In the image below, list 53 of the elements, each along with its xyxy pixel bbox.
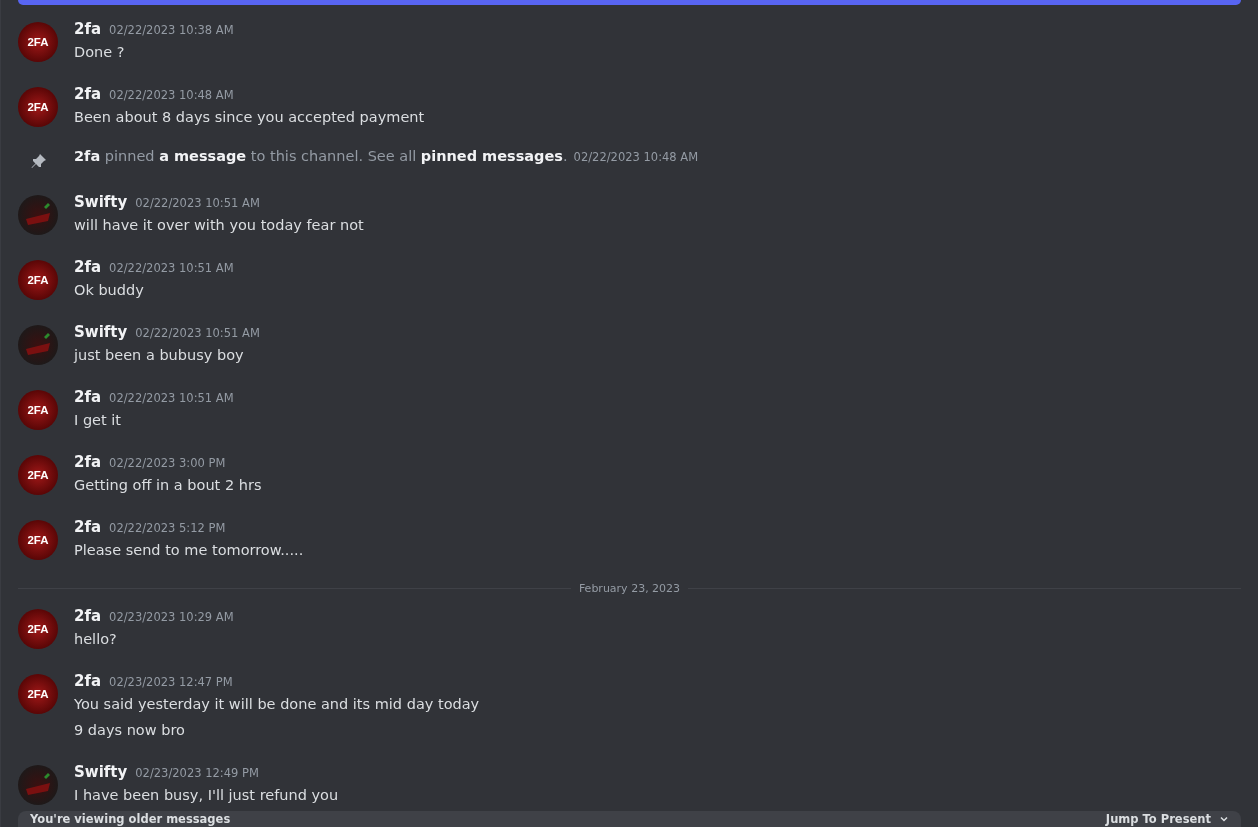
- username[interactable]: 2fa: [74, 85, 102, 103]
- message-text: Ok buddy: [74, 281, 145, 300]
- avatar[interactable]: 2FA: [18, 87, 58, 127]
- timestamp: 02/23/2023 12:47 PM: [109, 675, 233, 689]
- chevron-icon: [1219, 814, 1229, 824]
- message-text: will have it over with you today fear not: [74, 216, 364, 235]
- username[interactable]: Swifty: [74, 763, 128, 781]
- username[interactable]: Swifty: [74, 323, 128, 341]
- message-text: Getting off in a bout 2 hrs: [74, 476, 262, 495]
- avatar[interactable]: 2FA: [18, 260, 58, 300]
- avatar[interactable]: [18, 325, 58, 365]
- timestamp: 02/22/2023 10:51 AM: [109, 261, 234, 275]
- username[interactable]: 2fa: [74, 607, 102, 625]
- username[interactable]: 2fa: [74, 453, 102, 471]
- system-message: 2fa pinned a message to this channel. See all pinned messages.: [74, 148, 568, 164]
- avatar[interactable]: 2FA: [18, 22, 58, 62]
- timestamp: 02/22/2023 10:38 AM: [109, 23, 234, 37]
- jump-to-present-button[interactable]: Jump To Present: [1105, 812, 1229, 826]
- avatar[interactable]: 2FA: [18, 455, 58, 495]
- older-messages-notice: You're viewing older messages: [30, 812, 231, 826]
- timestamp: 02/23/2023 10:29 AM: [109, 610, 234, 624]
- pin-icon: [31, 153, 47, 169]
- username[interactable]: 2fa: [74, 518, 102, 536]
- timestamp: 02/22/2023 10:51 AM: [109, 391, 234, 405]
- message-text: Please send to me tomorrow.....: [74, 541, 304, 560]
- message-text: hello?: [74, 630, 118, 649]
- avatar[interactable]: [18, 195, 58, 235]
- timestamp: 02/22/2023 10:48 AM: [109, 88, 234, 102]
- avatar[interactable]: 2FA: [18, 609, 58, 649]
- date-divider: February 23, 2023: [577, 581, 682, 595]
- timestamp: 02/22/2023 10:48 AM: [573, 150, 699, 164]
- username[interactable]: Swifty: [74, 193, 128, 211]
- avatar[interactable]: 2FA: [18, 520, 58, 560]
- username[interactable]: 2fa: [74, 388, 102, 406]
- timestamp: 02/23/2023 12:49 PM: [135, 766, 259, 780]
- timestamp: 02/22/2023 5:12 PM: [109, 521, 226, 535]
- message-text: I have been busy, I'll just refund you: [74, 786, 339, 805]
- message-text: 9 days now bro: [74, 721, 186, 740]
- new-messages-bar[interactable]: [18, 0, 1241, 5]
- username[interactable]: 2fa: [74, 672, 102, 690]
- avatar[interactable]: 2FA: [18, 390, 58, 430]
- timestamp: 02/22/2023 10:51 AM: [135, 196, 260, 210]
- message-text: I get it: [74, 411, 123, 430]
- message-text: Been about 8 days since you accepted payment: [74, 108, 425, 127]
- message-text: Done ?: [74, 43, 126, 62]
- username[interactable]: 2fa: [74, 258, 102, 276]
- username[interactable]: 2fa: [74, 20, 102, 38]
- message-text: You said yesterday it will be done and its mid day today: [74, 695, 480, 714]
- timestamp: 02/22/2023 3:00 PM: [109, 456, 226, 470]
- message-text: just been a bubusy boy: [74, 346, 245, 365]
- timestamp: 02/22/2023 10:51 AM: [135, 326, 260, 340]
- avatar[interactable]: 2FA: [18, 674, 58, 714]
- avatar[interactable]: [18, 765, 58, 805]
